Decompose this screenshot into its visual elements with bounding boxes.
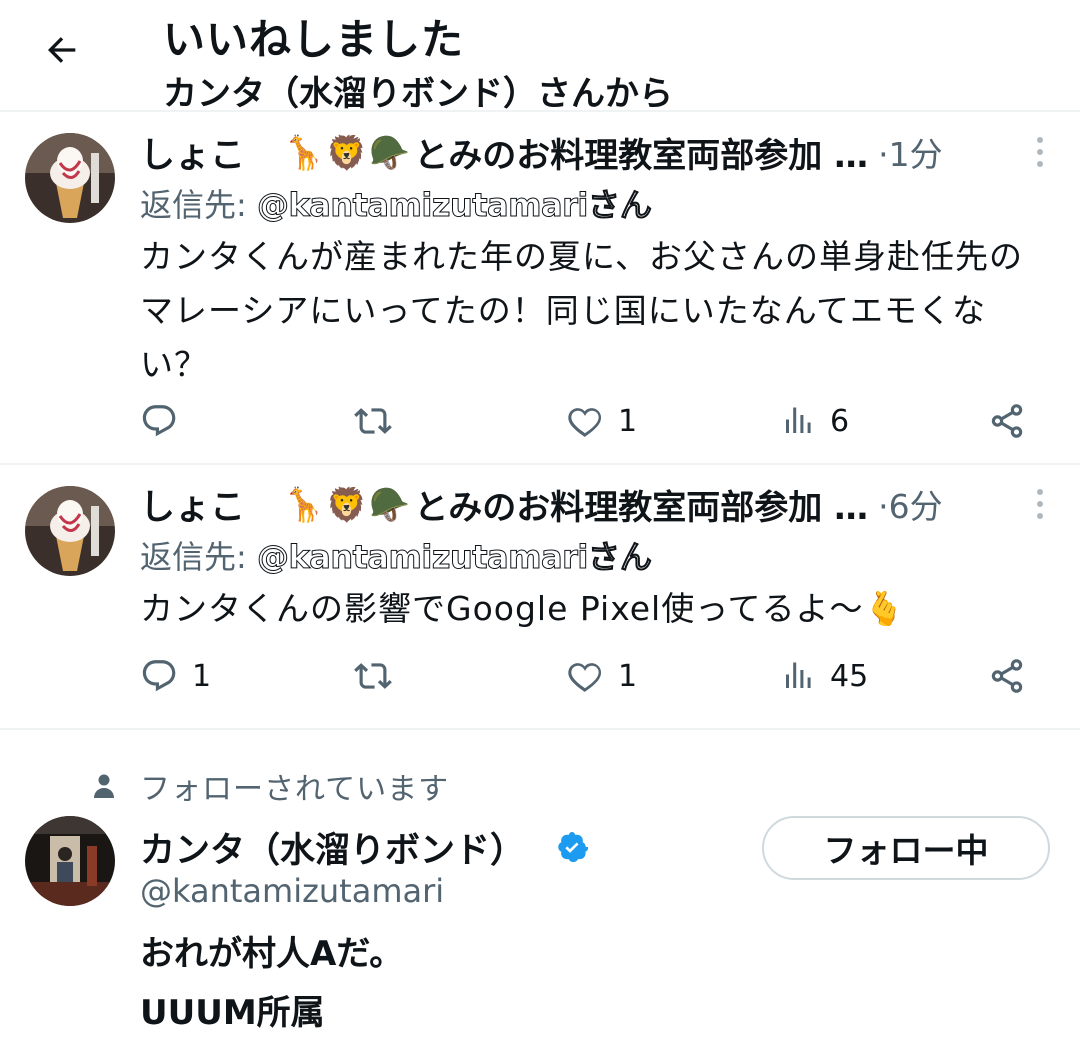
reply-button[interactable] [140, 396, 192, 446]
retweet-icon [354, 408, 392, 434]
tweet-text: カンタくんが産まれた年の夏に、お父さんの単身赴任先のマレーシアにいってたの！同じ… [140, 237, 1024, 384]
views-button[interactable]: 45 [780, 651, 868, 701]
more-options-button[interactable] [1030, 132, 1050, 172]
verified-badge-icon [556, 831, 589, 867]
divider [0, 463, 1080, 465]
like-count: 1 [618, 658, 638, 694]
reply-suffix: さん [587, 538, 652, 577]
user-handle[interactable]: @kantamizutamari [140, 872, 444, 910]
person-icon [93, 773, 115, 803]
name-emojis: 🦒 🦁 🪖 [283, 488, 410, 521]
reply-context: 返信先: @kantamizutamariさん [140, 532, 652, 578]
timestamp[interactable]: ·1分 [878, 128, 943, 176]
retweet-icon [354, 663, 392, 689]
tweet-actions: 1 1 45 [140, 651, 1040, 701]
views-button[interactable]: 6 [780, 396, 849, 446]
share-button[interactable] [988, 396, 1026, 446]
user-bio-line: UUUM所属 [140, 993, 325, 1033]
views-icon [786, 407, 811, 433]
author-name[interactable]: しょこ [140, 479, 245, 530]
avatar[interactable] [25, 133, 115, 223]
helmet-icon: 🪖 [369, 484, 411, 524]
back-button[interactable] [40, 28, 84, 72]
user-name[interactable]: カンタ（水溜りボンド） [140, 822, 525, 873]
reply-icon [142, 660, 176, 692]
share-button[interactable] [988, 651, 1026, 701]
reply-count: 1 [192, 658, 212, 694]
author-name[interactable]: しょこ [140, 127, 245, 178]
divider [0, 728, 1080, 730]
reply-handle-link[interactable]: @kantamizutamari [256, 538, 588, 577]
like-button[interactable]: 1 [566, 396, 637, 446]
reply-icon [142, 405, 176, 437]
reply-prefix: 返信先: [140, 186, 257, 224]
reply-handle-link[interactable]: @kantamizutamari [256, 186, 588, 225]
reply-button[interactable]: 1 [140, 651, 211, 701]
user-bio-line: おれが村人Aだ。 [140, 934, 404, 974]
timestamp[interactable]: ·6分 [878, 480, 943, 528]
avatar[interactable] [25, 486, 115, 576]
share-icon [991, 659, 1023, 693]
arrow-left-icon [48, 37, 76, 63]
page-title: いいねしました [163, 15, 465, 64]
followed-context: フォローされています [140, 772, 450, 807]
heart-icon [568, 408, 602, 437]
like-button[interactable]: 1 [566, 651, 637, 701]
like-count: 1 [618, 403, 638, 439]
giraffe-icon: 🦒 [283, 132, 325, 172]
avatar[interactable] [25, 816, 115, 906]
reply-context: 返信先: @kantamizutamariさん [140, 180, 652, 226]
heart-icon [568, 663, 602, 692]
name-emojis: 🦒 🦁 🪖 [283, 136, 410, 169]
reply-suffix: さん [587, 186, 652, 225]
more-options-button[interactable] [1030, 484, 1050, 524]
author-name-tail[interactable]: とみのお料理教室両部参加 … [414, 480, 868, 529]
following-button[interactable]: フォロー中 [762, 816, 1050, 880]
tweet-header: しょこ 🦒 🦁 🪖 とみのお料理教室両部参加 … ·6分 [140, 479, 1020, 529]
lion-icon: 🦁 [326, 132, 368, 172]
lion-icon: 🦁 [326, 484, 368, 524]
author-name-tail[interactable]: とみのお料理教室両部参加 … [414, 128, 868, 177]
reply-prefix: 返信先: [140, 538, 257, 576]
retweet-button[interactable] [354, 396, 406, 446]
views-icon [786, 662, 811, 688]
tweet-text: カンタくんの影響でGoogle Pixel使ってるよ〜🫰 [140, 589, 906, 628]
views-count: 45 [830, 658, 869, 694]
page-subtitle: カンタ（水溜りボンド）さんから [163, 74, 673, 114]
helmet-icon: 🪖 [369, 132, 411, 172]
retweet-button[interactable] [354, 651, 406, 701]
views-count: 6 [830, 403, 850, 439]
divider [0, 110, 1080, 112]
tweet-header: しょこ 🦒 🦁 🪖 とみのお料理教室両部参加 … ·1分 [140, 127, 1020, 177]
tweet-actions: 1 6 [140, 396, 1040, 446]
giraffe-icon: 🦒 [283, 484, 325, 524]
share-icon [991, 404, 1023, 438]
